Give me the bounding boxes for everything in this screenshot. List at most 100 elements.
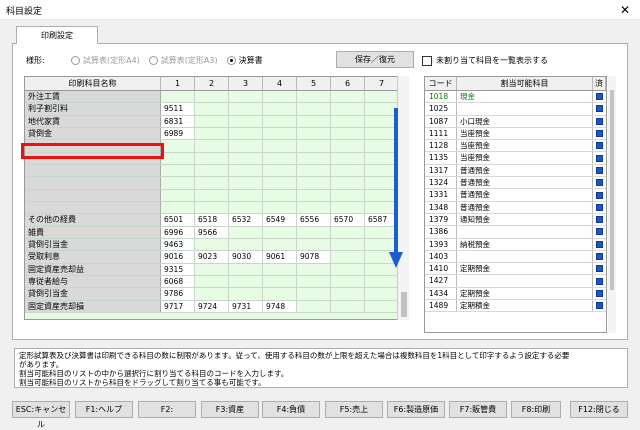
- assigned-checkbox[interactable]: [593, 288, 606, 299]
- account-code-cell[interactable]: [331, 300, 365, 312]
- print-account-name[interactable]: 受取利息: [25, 251, 161, 263]
- account-code-cell[interactable]: [263, 189, 297, 201]
- account-code-cell[interactable]: [331, 164, 365, 177]
- tab-print-settings[interactable]: 印刷設定: [16, 26, 98, 44]
- account-code-cell[interactable]: [263, 238, 297, 251]
- account-code-cell[interactable]: [297, 275, 331, 288]
- account-code-cell[interactable]: [297, 152, 331, 164]
- account-code-cell[interactable]: [229, 103, 263, 115]
- scrollbar-thumb[interactable]: [610, 90, 614, 290]
- table-row[interactable]: 貸倒引当金 9786: [25, 288, 408, 301]
- print-account-name[interactable]: 利子割引料: [25, 103, 161, 115]
- column-header[interactable]: 3: [229, 77, 263, 90]
- column-header[interactable]: 済: [593, 77, 606, 90]
- table-row[interactable]: 地代家賃 6831: [25, 115, 408, 128]
- list-item[interactable]: 1427: [425, 275, 606, 288]
- account-code-cell[interactable]: [297, 300, 331, 312]
- account-code-cell[interactable]: [297, 91, 331, 103]
- account-code-cell[interactable]: [195, 275, 229, 288]
- column-header[interactable]: 7: [365, 77, 399, 90]
- account-code-cell[interactable]: 9717: [161, 300, 195, 312]
- f12-close-button[interactable]: F12:閉じる: [570, 401, 628, 418]
- account-code-cell[interactable]: [229, 189, 263, 201]
- account-code-cell[interactable]: [195, 164, 229, 177]
- print-account-name[interactable]: 貸倒引当金: [25, 238, 161, 251]
- account-code-cell[interactable]: [161, 177, 195, 189]
- account-code-cell[interactable]: [263, 226, 297, 238]
- account-code-cell[interactable]: 9023: [195, 251, 229, 263]
- account-code-cell[interactable]: [331, 152, 365, 164]
- account-code-cell[interactable]: [195, 103, 229, 115]
- account-code-cell[interactable]: [297, 177, 331, 189]
- assigned-checkbox[interactable]: [593, 116, 606, 127]
- account-code-cell[interactable]: [229, 201, 263, 214]
- list-item[interactable]: 1393 納税預金: [425, 238, 606, 251]
- account-code-cell[interactable]: [331, 103, 365, 115]
- account-code-cell[interactable]: [365, 288, 399, 300]
- account-code-cell[interactable]: [229, 152, 263, 164]
- table-row[interactable]: 外注工賃: [25, 91, 408, 104]
- account-code-cell[interactable]: [161, 91, 195, 103]
- list-item[interactable]: 1379 通知預金: [425, 213, 606, 227]
- account-code-cell[interactable]: [331, 226, 365, 238]
- account-code-cell[interactable]: 9511: [161, 103, 195, 115]
- account-code-cell[interactable]: [161, 152, 195, 164]
- account-code-cell[interactable]: [195, 152, 229, 164]
- print-account-name[interactable]: 雑費: [25, 226, 161, 238]
- table-row[interactable]: [25, 189, 408, 202]
- print-account-name[interactable]: [25, 177, 161, 189]
- account-code-cell[interactable]: [297, 238, 331, 251]
- account-code-cell[interactable]: 9315: [161, 263, 195, 275]
- table-row[interactable]: 貸倒金 6989: [25, 127, 408, 141]
- account-code-cell[interactable]: [297, 103, 331, 115]
- account-code-cell[interactable]: [297, 288, 331, 300]
- close-icon[interactable]: ✕: [610, 0, 640, 20]
- assigned-checkbox[interactable]: [593, 165, 606, 176]
- list-item[interactable]: 1324 普通預金: [425, 177, 606, 190]
- checkbox-icon[interactable]: [422, 55, 432, 66]
- list-item[interactable]: 1331 普通預金: [425, 189, 606, 202]
- print-account-name[interactable]: 貸倒引当金: [25, 288, 161, 300]
- f3-assets-button[interactable]: F3:資産: [201, 401, 259, 418]
- f2-button[interactable]: F2:: [138, 401, 196, 418]
- assigned-checkbox[interactable]: [593, 214, 606, 225]
- list-item[interactable]: 1087 小口現金: [425, 115, 606, 128]
- account-code-cell[interactable]: [331, 201, 365, 214]
- account-code-cell[interactable]: [331, 177, 365, 189]
- table-row[interactable]: 雑費 6996 9566: [25, 226, 408, 239]
- assigned-checkbox[interactable]: [593, 239, 606, 250]
- f4-liabilities-button[interactable]: F4:負債: [262, 401, 320, 418]
- account-code-cell[interactable]: [195, 140, 229, 152]
- radio-financial-statement[interactable]: 決算書: [226, 55, 263, 66]
- assigned-checkbox[interactable]: [593, 189, 606, 200]
- account-code-cell[interactable]: [297, 226, 331, 238]
- account-code-cell[interactable]: 6989: [161, 127, 195, 140]
- table-row[interactable]: 貸倒引当金 9463: [25, 238, 408, 252]
- account-code-cell[interactable]: 6996: [161, 226, 195, 238]
- table-row[interactable]: [25, 201, 408, 215]
- list-item[interactable]: 1403: [425, 250, 606, 264]
- account-code-cell[interactable]: [297, 115, 331, 127]
- table-row[interactable]: 専従者給与 6068: [25, 275, 408, 289]
- column-header[interactable]: 6: [331, 77, 365, 90]
- account-code-cell[interactable]: [161, 201, 195, 214]
- assigned-checkbox[interactable]: [593, 128, 606, 139]
- list-item[interactable]: 1410 定期預金: [425, 263, 606, 276]
- assigned-checkbox[interactable]: [593, 263, 606, 274]
- print-account-name[interactable]: その他の経費: [25, 214, 161, 226]
- account-code-cell[interactable]: 6549: [263, 214, 297, 226]
- account-code-cell[interactable]: [297, 189, 331, 201]
- account-code-cell[interactable]: [331, 140, 365, 152]
- account-code-cell[interactable]: [331, 189, 365, 201]
- assigned-checkbox[interactable]: [593, 140, 606, 151]
- assigned-checkbox[interactable]: [593, 226, 606, 237]
- account-code-cell[interactable]: 9078: [297, 251, 331, 263]
- account-code-cell[interactable]: [195, 91, 229, 103]
- print-account-name[interactable]: 外注工賃: [25, 91, 161, 103]
- account-code-cell[interactable]: [297, 127, 331, 140]
- account-code-cell[interactable]: [229, 238, 263, 251]
- column-header[interactable]: 5: [297, 77, 331, 90]
- account-code-cell[interactable]: [195, 177, 229, 189]
- account-code-cell[interactable]: 9030: [229, 251, 263, 263]
- assigned-checkbox[interactable]: [593, 91, 606, 102]
